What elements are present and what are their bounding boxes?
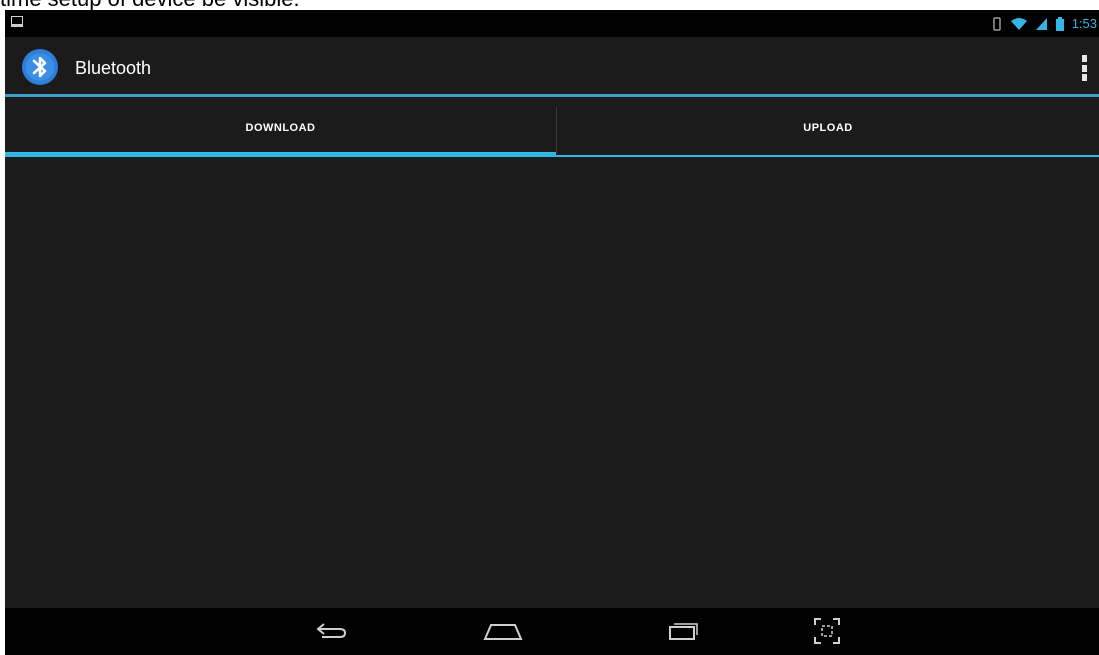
tab-baseline	[556, 155, 1099, 157]
bluetooth-icon[interactable]	[21, 48, 59, 86]
status-time: 1:53	[1071, 16, 1097, 31]
overflow-menu-icon[interactable]	[1077, 53, 1091, 83]
vibrate-icon	[992, 16, 1001, 31]
wifi-icon	[1010, 17, 1027, 30]
transfer-list-empty	[5, 159, 1099, 608]
recent-apps-icon[interactable]	[661, 616, 705, 646]
action-bar: Bluetooth	[5, 37, 1099, 94]
tab-download[interactable]: DOWNLOAD	[5, 97, 556, 159]
signal-icon	[1035, 17, 1047, 30]
status-bar: 1:53	[5, 10, 1099, 37]
back-icon[interactable]	[309, 616, 353, 646]
device-screen: 1:53 Bluetooth DOWNLOAD UPLOAD	[5, 10, 1099, 655]
home-icon[interactable]	[481, 616, 525, 646]
battery-icon	[1055, 16, 1064, 31]
navigation-bar	[5, 608, 1099, 655]
tab-selected-indicator	[5, 152, 556, 157]
app-title: Bluetooth	[75, 58, 152, 78]
tab-upload[interactable]: UPLOAD	[557, 97, 1099, 159]
tab-bar: DOWNLOAD UPLOAD	[5, 97, 1099, 159]
caption-text: time setup of device be visible.	[0, 0, 1099, 10]
status-icons: 1:53	[992, 10, 1099, 37]
screenshot-icon[interactable]	[805, 616, 849, 646]
picture-notification-icon[interactable]	[11, 16, 23, 27]
